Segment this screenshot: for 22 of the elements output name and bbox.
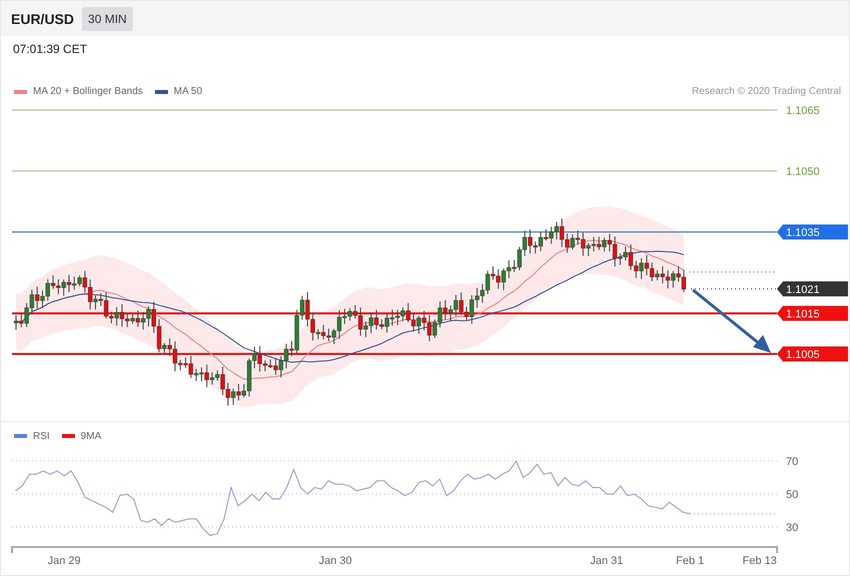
axis-label: Jan 29 [48,554,81,567]
axis-label: 30 [786,522,798,534]
legend-label: MA 50 [174,86,202,98]
price-tag: 1.1015 [777,306,848,322]
price-tag: 1.1005 [777,346,848,362]
legend-label: RSI [33,430,50,442]
timeframe-button[interactable]: 30 MIN [82,6,133,31]
axis-label: 70 [786,456,798,468]
axis-label: 50 [786,489,798,502]
timestamp: 07:01:39 CET [12,41,88,58]
price-tag: 1.1035 [777,224,848,240]
legend-label: MA 20 + Bollinger Bands [33,86,143,98]
price-tag: 1.1021 [777,282,848,297]
axis-label: Feb 1 [676,554,704,567]
price-label: 1.1065 [786,105,820,118]
axis-label: Jan 31 [590,554,624,567]
legend-label: 9MA [80,430,102,442]
axis-label: Jan 30 [318,554,352,567]
price-label: 1.1050 [786,166,820,178]
credit-text: Research © 2020 Trading Central [692,86,841,98]
axis-label: Feb 13 [742,554,777,567]
symbol-title: EUR/USD [11,10,74,27]
